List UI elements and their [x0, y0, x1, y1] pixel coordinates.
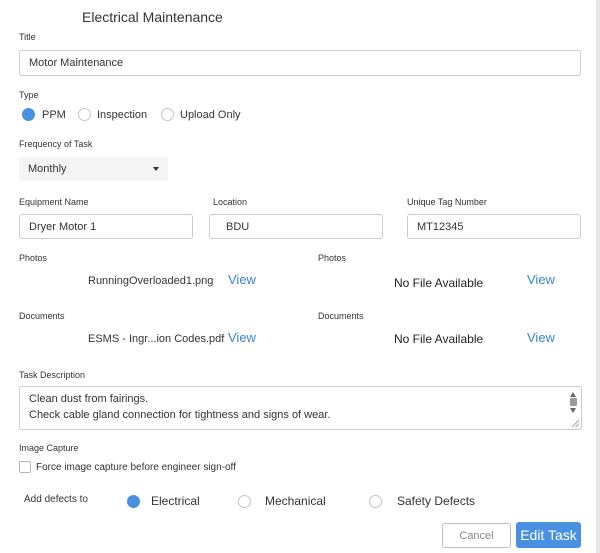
title-input[interactable]: Motor Maintenance [19, 50, 581, 76]
radio-empty-icon[interactable] [78, 108, 91, 121]
task-description-line: Clean dust from fairings. [29, 393, 149, 405]
radio-empty-icon[interactable] [238, 494, 251, 508]
defects-option-safety[interactable]: Safety Defects [369, 494, 475, 508]
equipment-input[interactable]: Dryer Motor 1 [19, 214, 193, 239]
frequency-select[interactable]: Monthly [19, 157, 168, 181]
task-description-textarea[interactable]: Clean dust from fairings. Check cable gl… [19, 386, 582, 430]
photo-filename: RunningOverloaded1.png [88, 275, 214, 287]
force-image-capture-label: Force image capture before engineer sign… [36, 462, 236, 473]
task-description-label: Task Description [19, 370, 86, 380]
defects-option-label: Electrical [151, 494, 200, 508]
photo-view-link-right[interactable]: View [527, 272, 555, 287]
radio-empty-icon[interactable] [369, 494, 382, 508]
document-view-link[interactable]: View [228, 330, 256, 345]
photo-view-link[interactable]: View [228, 272, 256, 287]
photos-label-right: Photos [318, 253, 347, 263]
defects-label: Add defects to [24, 494, 88, 505]
equipment-label: Equipment Name [19, 197, 89, 207]
location-input[interactable]: BDU [209, 214, 383, 239]
radio-selected-icon[interactable] [22, 108, 35, 121]
photos-label: Photos [19, 253, 48, 263]
frequency-value: Monthly [28, 163, 67, 175]
documents-label-right: Documents [318, 311, 364, 321]
type-option-label: Upload Only [180, 108, 241, 121]
frequency-label: Frequency of Task [19, 139, 93, 149]
caret-down-icon [153, 167, 159, 171]
force-image-capture-checkbox[interactable] [19, 461, 31, 473]
document-filename: ESMS - Ingr...ion Codes.pdf [88, 333, 225, 345]
task-description-line: Check cable gland connection for tightne… [29, 408, 331, 421]
cancel-button[interactable]: Cancel [442, 523, 511, 548]
tag-input[interactable]: MT12345 [407, 214, 581, 239]
photo-no-file: No File Available [394, 276, 484, 290]
radio-empty-icon[interactable] [161, 108, 174, 121]
location-label: Location [213, 197, 248, 207]
task-form-panel: Electrical Maintenance Title Motor Maint… [0, 0, 600, 553]
type-option-ppm[interactable]: PPM [22, 108, 66, 121]
type-option-upload-only[interactable]: Upload Only [161, 108, 241, 121]
document-view-link-right[interactable]: View [527, 330, 555, 345]
defects-option-label: Safety Defects [397, 494, 476, 508]
scrollbar-thumb[interactable] [570, 398, 577, 406]
document-no-file: No File Available [394, 332, 484, 346]
defects-option-electrical[interactable]: Electrical [127, 494, 200, 508]
edit-task-button[interactable]: Edit Task [516, 522, 581, 548]
tag-label: Unique Tag Number [407, 197, 487, 207]
scroll-up-icon[interactable] [570, 392, 576, 397]
defects-option-label: Mechanical [265, 494, 326, 508]
radio-selected-icon[interactable] [127, 494, 140, 508]
documents-label: Documents [19, 311, 65, 321]
form-title: Electrical Maintenance [82, 9, 223, 25]
type-option-inspection[interactable]: Inspection [78, 108, 147, 121]
type-label: Type [19, 90, 39, 100]
image-capture-label: Image Capture [19, 443, 79, 453]
panel-edge [596, 0, 600, 553]
type-option-label: Inspection [97, 108, 148, 121]
type-option-label: PPM [42, 108, 66, 121]
defects-option-mechanical[interactable]: Mechanical [238, 494, 326, 508]
title-label: Title [19, 32, 36, 42]
scroll-down-icon[interactable] [570, 408, 576, 413]
resize-handle-icon[interactable] [572, 420, 579, 427]
